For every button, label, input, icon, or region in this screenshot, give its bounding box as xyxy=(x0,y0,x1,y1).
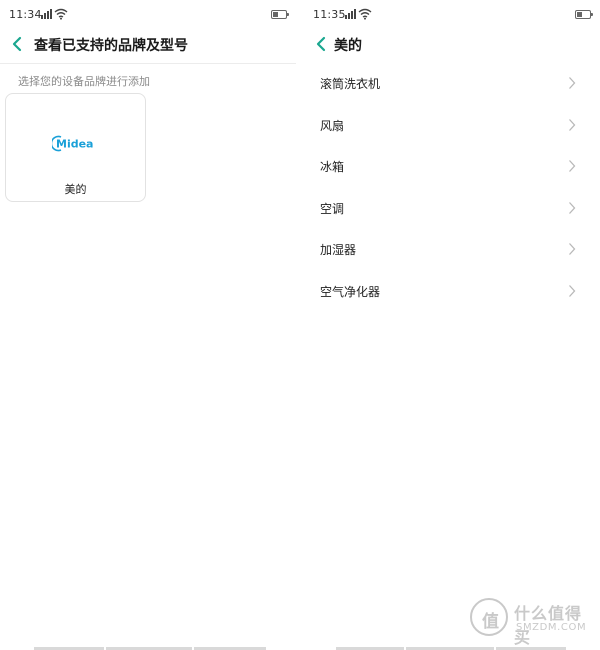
back-chevron-icon[interactable] xyxy=(314,33,330,55)
status-bar: 11:34 xyxy=(0,0,296,30)
wifi-icon xyxy=(54,8,68,20)
chevron-right-icon xyxy=(569,243,576,256)
header: 查看已支持的品牌及型号 xyxy=(0,30,296,60)
status-bar: 11:35 xyxy=(304,0,600,30)
chevron-right-icon xyxy=(569,201,576,214)
list-item-label: 空调 xyxy=(320,201,345,216)
page-title: 查看已支持的品牌及型号 xyxy=(34,38,188,54)
list-item-air-conditioner[interactable]: 空调 xyxy=(304,187,600,229)
status-time: 11:35 xyxy=(313,8,346,21)
list-item-fan[interactable]: 风扇 xyxy=(304,104,600,146)
chevron-right-icon xyxy=(569,285,576,297)
list-item-label: 冰箱 xyxy=(320,160,345,175)
list-item-label: 滚筒洗衣机 xyxy=(320,77,381,91)
header-divider xyxy=(0,63,296,64)
midea-logo: Midea xyxy=(52,135,93,152)
list-item-fridge[interactable]: 冰箱 xyxy=(304,145,600,187)
chevron-right-icon xyxy=(569,77,576,89)
page-title: 美的 xyxy=(334,38,362,54)
status-time: 11:34 xyxy=(9,8,42,21)
select-brand-hint: 选择您的设备品牌进行添加 xyxy=(18,75,150,88)
watermark-logo: 值 xyxy=(470,598,508,636)
battery-icon xyxy=(575,10,593,19)
header: 美的 xyxy=(304,30,600,60)
list-item-air-purifier[interactable]: 空气净化器 xyxy=(304,270,600,312)
brand-label: 美的 xyxy=(64,183,87,196)
battery-icon xyxy=(271,10,289,19)
list-item-label: 空气净化器 xyxy=(320,284,381,299)
list-item-humidifier[interactable]: 加湿器 xyxy=(304,228,600,270)
watermark-text-en: SMZDM.COM xyxy=(516,622,587,633)
svg-text:Midea: Midea xyxy=(56,138,93,151)
list-item-drum-washer[interactable]: 滚筒洗衣机 xyxy=(304,62,600,104)
device-type-screen: 11:35 美的 滚筒洗衣机 风扇 冰箱 空调 加湿器 空气净化器 xyxy=(304,0,600,650)
signal-icon xyxy=(345,9,356,19)
wifi-icon xyxy=(358,8,372,20)
signal-icon xyxy=(41,9,52,19)
brand-card-midea[interactable]: Midea 美的 xyxy=(5,93,146,202)
list-item-label: 风扇 xyxy=(320,118,345,133)
chevron-right-icon xyxy=(569,160,576,173)
watermark: 值 什么值得买 SMZDM.COM xyxy=(470,596,592,647)
chevron-right-icon xyxy=(569,118,576,131)
device-type-list: 滚筒洗衣机 风扇 冰箱 空调 加湿器 空气净化器 xyxy=(304,62,600,312)
watermark-glyph: 值 xyxy=(482,612,499,632)
brand-list-screen: 11:34 查看已支持的品牌及型号 选择您的设备品牌进行添加 Midea 美的 xyxy=(0,0,296,650)
list-item-label: 加湿器 xyxy=(320,243,357,258)
back-chevron-icon[interactable] xyxy=(10,33,26,55)
